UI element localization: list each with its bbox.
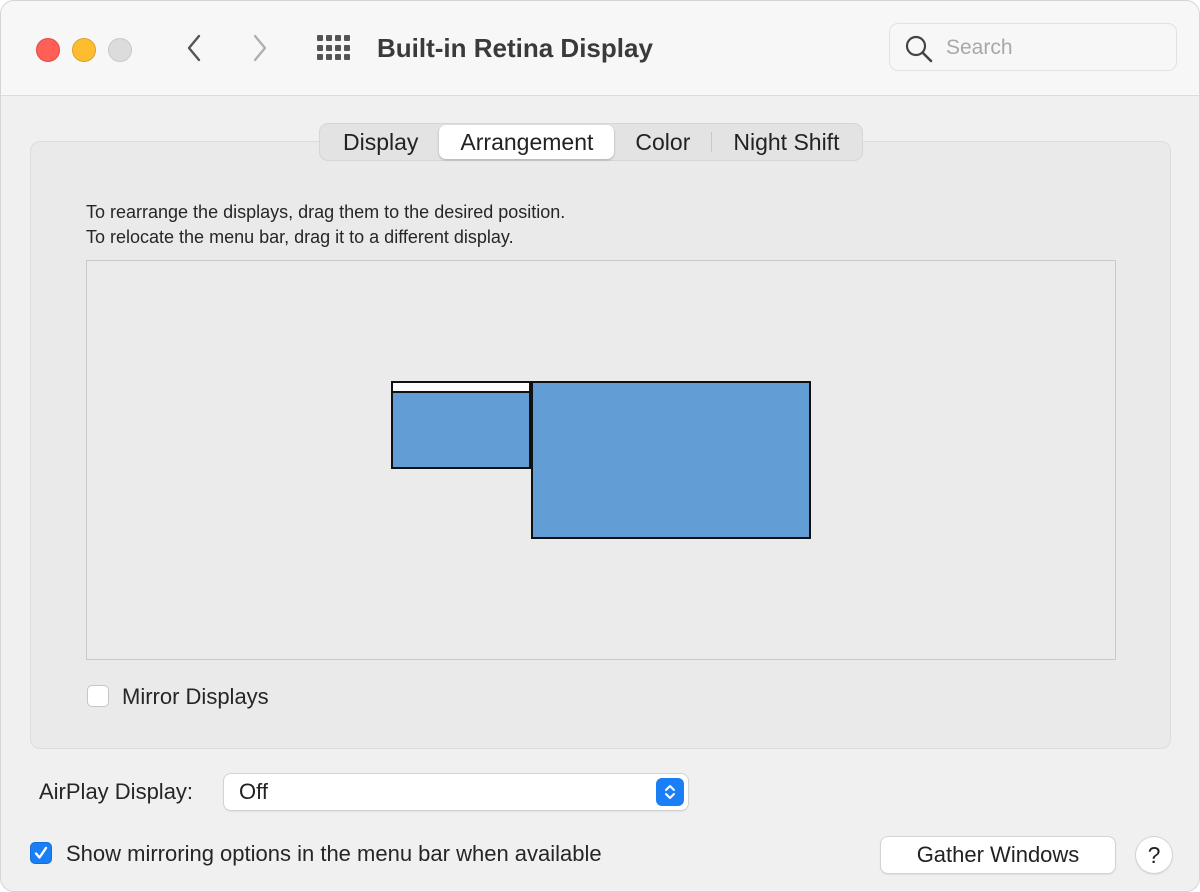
airplay-display-label: AirPlay Display: (39, 779, 194, 804)
airplay-display-select[interactable]: Off (224, 774, 688, 810)
checkmark-icon (34, 846, 48, 859)
airplay-display-value: Off (239, 779, 268, 804)
tab-color[interactable]: Color (614, 125, 711, 159)
grid-icon (326, 44, 332, 51)
grid-icon (344, 35, 350, 41)
forward-button[interactable] (245, 31, 275, 65)
grid-icon (344, 44, 350, 51)
grid-icon (335, 44, 341, 51)
show-mirroring-label: Show mirroring options in the menu bar w… (66, 841, 602, 866)
chevron-right-icon (253, 34, 267, 62)
main-display[interactable] (531, 381, 811, 539)
grid-icon (335, 54, 341, 61)
display-arrangement-area (86, 260, 1116, 660)
grid-icon (326, 35, 332, 41)
back-button[interactable] (179, 31, 209, 65)
popup-arrows-icon (656, 778, 684, 806)
window-title: Built-in Retina Display (377, 33, 653, 63)
preferences-window: Built-in Retina Display Display Arrangem… (0, 0, 1200, 892)
help-button[interactable]: ? (1136, 837, 1172, 873)
minimize-button[interactable] (72, 38, 96, 62)
close-button[interactable] (36, 38, 60, 62)
tab-night-shift[interactable]: Night Shift (712, 125, 860, 159)
grid-icon (344, 54, 350, 61)
title-bar: Built-in Retina Display (1, 1, 1199, 96)
grid-icon (335, 35, 341, 41)
grid-icon (317, 54, 323, 61)
menu-bar-handle[interactable] (393, 383, 529, 393)
instruction-text-2: To relocate the menu bar, drag it to a d… (86, 227, 514, 247)
search-icon (905, 35, 933, 63)
grid-icon (317, 35, 323, 41)
tab-bar: Display Arrangement Color Night Shift (319, 123, 864, 161)
grid-icon (317, 44, 323, 51)
zoom-button[interactable] (108, 38, 132, 62)
search-field[interactable] (889, 23, 1177, 71)
gather-windows-button[interactable]: Gather Windows (881, 837, 1115, 873)
secondary-display[interactable] (391, 381, 531, 469)
tab-display[interactable]: Display (322, 125, 439, 159)
show-all-button[interactable] (317, 35, 351, 61)
show-mirroring-checkbox[interactable] (30, 842, 52, 864)
mirror-displays-label: Mirror Displays (122, 684, 269, 709)
tab-arrangement[interactable]: Arrangement (439, 125, 615, 159)
mirror-displays-checkbox[interactable] (87, 685, 109, 707)
search-input[interactable] (944, 32, 1168, 64)
grid-icon (326, 54, 332, 61)
instruction-text-1: To rearrange the displays, drag them to … (86, 202, 566, 222)
chevron-left-icon (187, 34, 201, 62)
